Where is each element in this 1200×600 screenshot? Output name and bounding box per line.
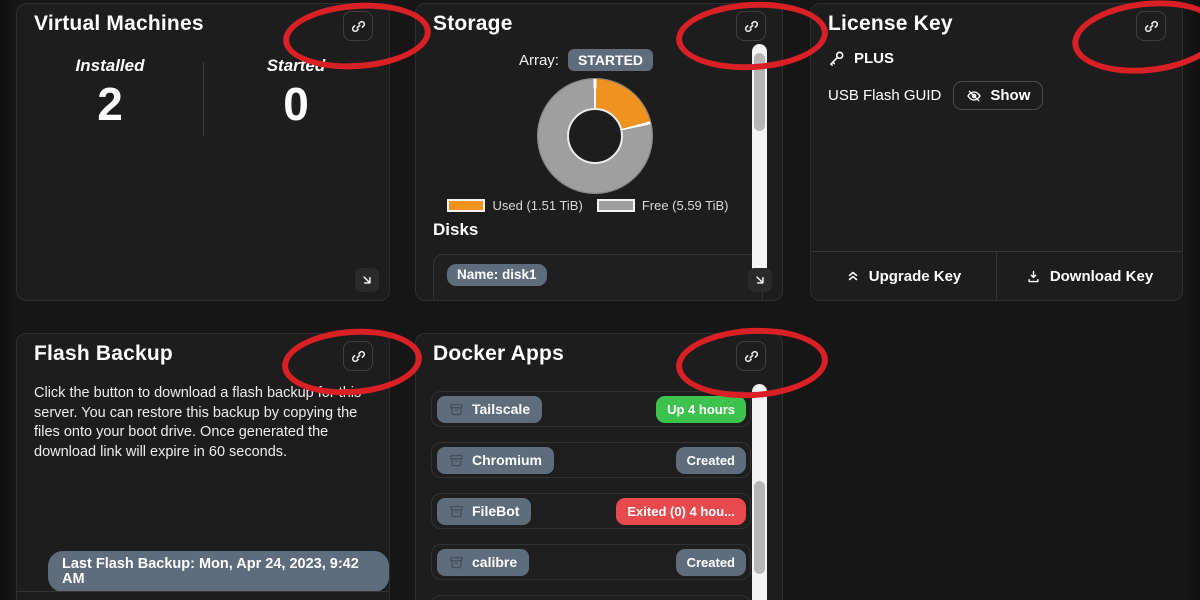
- free-swatch: [597, 199, 635, 212]
- used-swatch: [447, 199, 485, 212]
- storage-card: Storage Array: STARTED Used (1.51 TiB) F…: [415, 3, 783, 301]
- license-footer: Upgrade Key Download Key: [811, 251, 1182, 300]
- link-icon: [351, 349, 366, 364]
- app-status-badge: Exited (0) 4 hou...: [616, 498, 746, 525]
- donut-hole: [567, 108, 623, 164]
- flash-backup-description: Click the button to download a flash bac…: [34, 384, 375, 462]
- license-key-card: License Key PLUS USB Flash GUID: [810, 3, 1183, 301]
- link-icon: [744, 19, 759, 34]
- flash-backup-card: Flash Backup Click the button to downloa…: [16, 333, 390, 600]
- vm-started-value: 0: [203, 80, 389, 128]
- docker-apps-title: Docker Apps: [433, 342, 564, 366]
- legend-used-label: Used (1.51 TiB): [492, 198, 582, 213]
- license-tier-row: PLUS: [828, 50, 894, 67]
- virtual-machines-title: Virtual Machines: [34, 12, 204, 36]
- vm-started-stat: Started 0: [203, 56, 389, 128]
- docker-scrollbar[interactable]: [752, 384, 767, 600]
- docker-app-row-tailscale[interactable]: Tailscale Up 4 hours: [431, 391, 751, 427]
- docker-apps-link-button[interactable]: [736, 341, 766, 371]
- legend-item-free: Free (5.59 TiB): [597, 198, 729, 213]
- download-icon: [1026, 269, 1041, 284]
- app-name-badge: Chromium: [437, 447, 554, 474]
- download-key-button[interactable]: Download Key: [996, 252, 1182, 300]
- guid-row: USB Flash GUID Show: [828, 81, 1043, 110]
- docker-apps-card: Docker Apps Tailscale Up 4 hours: [415, 333, 783, 600]
- show-guid-button[interactable]: Show: [953, 81, 1043, 110]
- storage-title: Storage: [433, 12, 513, 36]
- storage-resize-handle[interactable]: [748, 268, 772, 292]
- flash-footer-divider: [17, 591, 389, 592]
- link-icon: [351, 19, 366, 34]
- app-name-badge: FileBot: [437, 498, 531, 525]
- flash-backup-link-button[interactable]: [343, 341, 373, 371]
- app-status-badge: Created: [676, 549, 746, 576]
- show-button-label: Show: [990, 87, 1030, 104]
- vm-installed-stat: Installed 2: [17, 56, 203, 128]
- array-status-row: Array: STARTED: [416, 49, 756, 71]
- download-key-label: Download Key: [1050, 268, 1153, 285]
- app-name-label: calibre: [472, 554, 517, 570]
- license-tier-label: PLUS: [854, 50, 894, 67]
- link-icon: [744, 349, 759, 364]
- virtual-machines-card: Virtual Machines Installed 2 Started 0: [16, 3, 390, 301]
- app-name-label: FileBot: [472, 503, 519, 519]
- app-status-badge: Created: [676, 447, 746, 474]
- docker-app-row-chromium[interactable]: Chromium Created: [431, 442, 751, 478]
- array-label: Array:: [519, 52, 559, 69]
- virtual-machines-link-button[interactable]: [343, 11, 373, 41]
- disk-list-item[interactable]: Name: disk1: [433, 254, 763, 301]
- vm-started-label: Started: [203, 56, 389, 76]
- vm-stats-divider: [203, 62, 204, 136]
- eye-slash-icon: [966, 88, 982, 104]
- dashboard-page: Virtual Machines Installed 2 Started 0: [0, 0, 1200, 600]
- upgrade-key-button[interactable]: Upgrade Key: [811, 252, 996, 300]
- archive-box-icon: [449, 555, 464, 570]
- storage-scrollbar-thumb[interactable]: [754, 53, 765, 131]
- docker-app-row-partial[interactable]: [431, 595, 751, 600]
- storage-scrollbar[interactable]: [752, 44, 767, 288]
- app-name-badge: calibre: [437, 549, 529, 576]
- key-icon: [828, 50, 845, 67]
- resize-arrow-icon: [360, 273, 374, 287]
- link-icon: [1144, 19, 1159, 34]
- storage-chart-legend: Used (1.51 TiB) Free (5.59 TiB): [416, 198, 760, 213]
- last-flash-backup-badge: Last Flash Backup: Mon, Apr 24, 2023, 9:…: [48, 551, 389, 592]
- legend-free-label: Free (5.59 TiB): [642, 198, 729, 213]
- app-status-badge: Up 4 hours: [656, 396, 746, 423]
- vm-resize-handle[interactable]: [355, 268, 379, 292]
- license-link-button[interactable]: [1136, 11, 1166, 41]
- docker-app-list: Tailscale Up 4 hours Chromium Created: [431, 391, 751, 600]
- upgrade-key-label: Upgrade Key: [869, 268, 962, 285]
- legend-item-used: Used (1.51 TiB): [447, 198, 582, 213]
- vm-installed-value: 2: [17, 80, 203, 128]
- disks-heading: Disks: [433, 220, 478, 240]
- storage-link-button[interactable]: [736, 11, 766, 41]
- docker-app-row-filebot[interactable]: FileBot Exited (0) 4 hou...: [431, 493, 751, 529]
- array-status-badge: STARTED: [568, 49, 653, 71]
- docker-app-row-calibre[interactable]: calibre Created: [431, 544, 751, 580]
- flash-backup-title: Flash Backup: [34, 342, 173, 366]
- archive-box-icon: [449, 402, 464, 417]
- angles-up-icon: [846, 269, 860, 283]
- app-name-label: Tailscale: [472, 401, 530, 417]
- app-name-badge: Tailscale: [437, 396, 542, 423]
- archive-box-icon: [449, 504, 464, 519]
- vm-installed-label: Installed: [17, 56, 203, 76]
- docker-scrollbar-thumb[interactable]: [754, 481, 765, 574]
- disk-name-badge: Name: disk1: [447, 264, 547, 286]
- app-name-label: Chromium: [472, 452, 542, 468]
- archive-box-icon: [449, 453, 464, 468]
- license-key-title: License Key: [828, 12, 953, 36]
- guid-label: USB Flash GUID: [828, 87, 941, 104]
- storage-usage-donut-chart: [538, 79, 652, 193]
- resize-arrow-icon: [753, 273, 767, 287]
